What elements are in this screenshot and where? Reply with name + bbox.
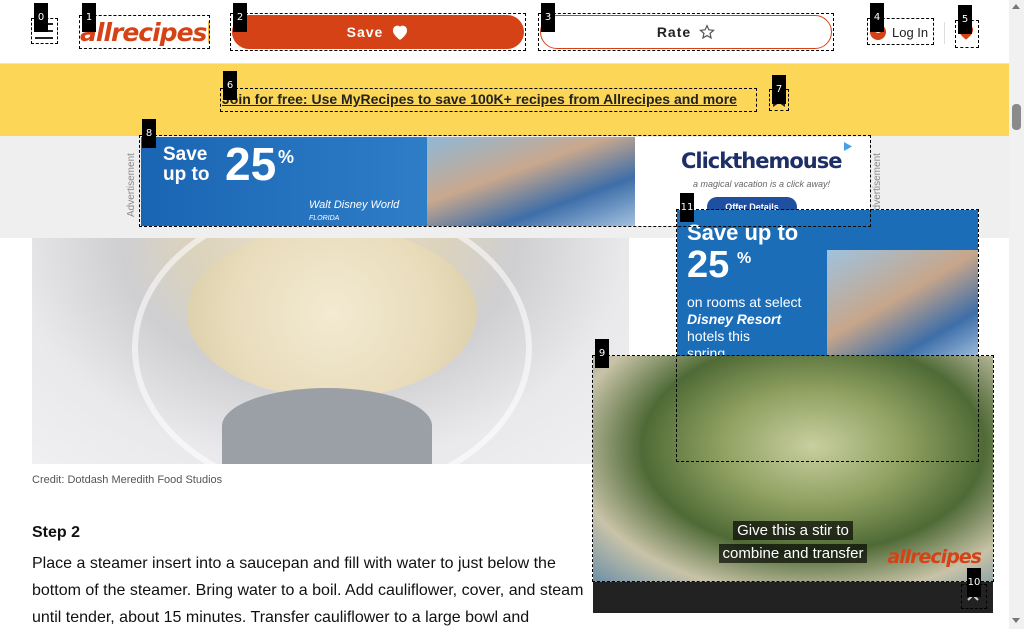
ad-percent-sign: % [278,147,295,167]
login-label: Log In [892,24,929,40]
ad-left-panel: Save up to 25 % Walt Disney World FLORID… [141,137,635,226]
heart-icon [393,25,408,40]
video-player[interactable]: Give this a stir to combine and transfer… [593,356,993,613]
side-ad-percent-sign: % [737,250,752,267]
rate-button[interactable]: Rate [540,15,832,49]
chevron-up-icon[interactable] [966,590,980,604]
save-button-label: Save [346,24,384,40]
logo-wordmark: allrecipes [80,17,207,47]
step-text: Place a steamer insert into a saucepan a… [32,555,584,626]
user-icon [870,24,886,40]
side-ad-copy-1: on rooms at select [687,294,802,310]
side-ad-photo [827,250,978,360]
recipe-step-image [32,238,629,464]
ad-brand-line: Walt Disney World [309,199,400,211]
save-button[interactable]: Save [232,15,524,49]
scroll-down-icon[interactable] [1012,618,1020,623]
adchoices-icon[interactable] [842,141,853,152]
video-watermark-logo: allrecipes [887,546,982,568]
scroll-up-icon[interactable] [1012,4,1020,9]
menu-icon[interactable] [31,18,57,44]
ad-percent: 25 [225,138,277,190]
star-icon [699,24,716,40]
processor-base [222,388,432,464]
ad-save-line: Save up to [163,144,210,185]
login-link[interactable]: Log In [870,20,928,44]
step-title: Step 2 [32,524,81,541]
caption-line-2: combine and transfer [718,544,868,563]
video-control-bar [593,582,993,613]
logo-spoon-icon [208,21,210,43]
page: allrecipes Save Rate Log In Join for fre… [0,0,1024,629]
clickthemouse-tagline: a magical vacation is a click away! [693,179,831,189]
rate-button-label: Rate [656,24,692,40]
saved-recipes-heart-icon[interactable] [956,22,976,42]
side-ad-copy-3: hotels this [687,328,751,344]
side-ad-percent: 25 [687,244,730,286]
ad-brand: Walt Disney World FLORIDA [309,199,399,223]
side-ad-copy: on rooms at select Disney Resort hotels … [687,294,801,362]
image-credit: Credit: Dotdash Meredith Food Studios [32,474,223,486]
site-header: allrecipes Save Rate Log In [0,0,1009,64]
ad-photo [427,137,635,226]
site-logo[interactable]: allrecipes [80,14,210,50]
ad-label-right: Advertisement [872,153,883,217]
side-ad-copy-2: Disney Resort [687,311,782,327]
join-banner-link[interactable]: Join for free: Use MyRecipes to save 100… [222,91,737,107]
ad-brand-sub: FLORIDA [309,215,340,222]
clickthemouse-logo: Clickthemouse [681,149,842,173]
ad-save-text: Save up to [163,145,223,185]
header-divider [944,22,945,44]
ad-label-left: Advertisement [126,153,137,217]
side-ad-save: Save up to [687,220,799,245]
bookmark-icon[interactable] [772,92,786,108]
scrollbar-thumb[interactable] [1012,104,1021,130]
caption-line-1: Give this a stir to [733,521,853,540]
step-text-wrapper: Place a steamer insert into a saucepan a… [32,550,607,629]
scrollbar-track[interactable] [1009,0,1024,629]
